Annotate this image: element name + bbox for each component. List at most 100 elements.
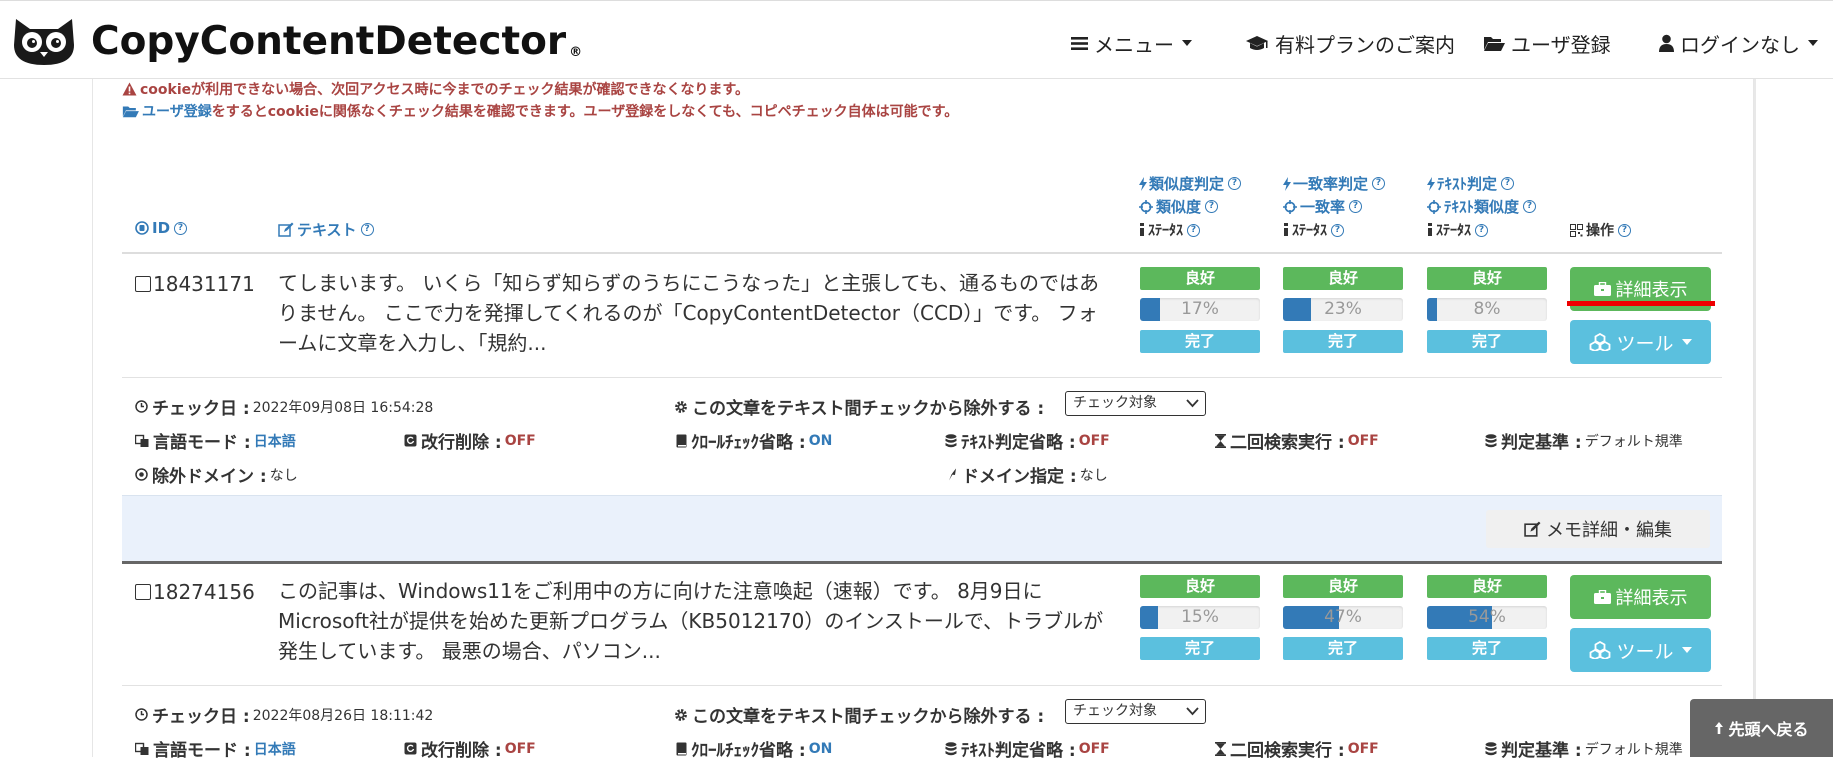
match-judge-badge: 良好 [1283, 575, 1403, 598]
help-icon[interactable]: ? [1331, 223, 1344, 237]
nav-menu[interactable]: メニュー [1071, 29, 1192, 57]
nav-paid-plan[interactable]: 有料プランのご案内 [1245, 29, 1455, 57]
folder-open-icon [122, 106, 139, 117]
domain-spec: ドメイン指定 : なし [947, 462, 1108, 487]
refresh-icon [404, 742, 417, 755]
text-similarity-bar: 8% [1427, 298, 1547, 321]
judge-basis-label: 判定基準 : [1501, 741, 1582, 761]
crosshairs-icon [1427, 199, 1441, 214]
th-match-rate-label: 一致率 [1300, 198, 1346, 216]
text-judge-skip-value: OFF [1078, 740, 1110, 757]
nav-menu-label: メニュー [1094, 32, 1174, 57]
cubes-icon [1590, 641, 1611, 659]
help-icon[interactable]: ? [1187, 223, 1200, 237]
similarity-bar: 17% [1140, 298, 1260, 321]
tool-button[interactable]: ツール [1570, 320, 1711, 364]
exclude-select[interactable]: チェック対象 [1065, 699, 1206, 724]
memo-band [122, 495, 1722, 561]
book-icon [676, 434, 687, 447]
text-judge-badge: 良好 [1427, 575, 1547, 598]
row-divider [122, 685, 1722, 686]
nav-login-label: ログインなし [1680, 32, 1800, 57]
th-similarity-judge-label: 類似度判定 [1149, 175, 1225, 193]
help-icon[interactable]: ? [1618, 223, 1631, 237]
th-similarity: 類似度 ? [1139, 196, 1219, 217]
help-icon[interactable]: ? [1501, 177, 1515, 190]
gear-icon [675, 708, 687, 721]
row-id-value: 18431171 [153, 272, 255, 296]
info-icon [1284, 223, 1288, 236]
second-search-label: 二回検索実行 : [1230, 741, 1345, 761]
info-icon [1140, 223, 1144, 236]
newline-delete: 改行削除 : OFF [404, 736, 536, 761]
similarity-judge-badge: 良好 [1140, 267, 1260, 290]
th-text-label: テキスト [297, 221, 357, 239]
th-text-judge: ﾃｷｽﾄ判定 ? [1427, 173, 1515, 194]
exclude-select[interactable]: チェック対象 [1065, 391, 1206, 416]
clock-icon [135, 400, 148, 413]
text-similarity-value: 54% [1468, 607, 1506, 627]
th-match-judge: 一致率判定 ? [1283, 173, 1386, 194]
help-icon[interactable]: ? [1205, 200, 1219, 213]
help-icon[interactable]: ? [1349, 200, 1363, 213]
row-checkbox[interactable] [135, 276, 151, 292]
exclude-setting: この文章をテキスト間チェックから除外する : [674, 702, 1044, 727]
help-icon[interactable]: ? [174, 221, 188, 235]
row-text[interactable]: てしまいます。 いくら「知らず知らずのうちにこうなった」と主張しても、通るもので… [278, 268, 1104, 358]
check-date: チェック日 : 2022年09月08日 16:54:28 [135, 394, 433, 419]
site-logo[interactable]: CopyContentDetector ® [10, 15, 582, 67]
tool-button[interactable]: ツール [1570, 628, 1711, 672]
tool-button-label: ツール [1616, 332, 1674, 355]
second-search-label: 二回検索実行 : [1230, 433, 1345, 453]
check-date-label: チェック日 : [152, 399, 250, 419]
nav-user-register-label: ユーザ登録 [1511, 32, 1611, 57]
crawl-skip-label: ｸﾛｰﾙﾁｪｯｸ省略 : [691, 433, 806, 453]
bolt-icon [1427, 176, 1435, 191]
database-icon [945, 433, 957, 447]
row-id-value: 18274156 [153, 580, 255, 604]
help-icon[interactable]: ? [1523, 200, 1537, 213]
help-icon[interactable]: ? [360, 223, 374, 236]
help-icon[interactable]: ? [1372, 177, 1386, 190]
similarity-value: 15% [1181, 607, 1219, 627]
nav-user-register[interactable]: ユーザ登録 [1483, 29, 1611, 57]
register-notice-text: をするとcookieに関係なくチェック結果を確認できます。ユーザ登録をしなくても… [211, 104, 959, 120]
crawl-skip-label: ｸﾛｰﾙﾁｪｯｸ省略 : [691, 741, 806, 761]
row-text[interactable]: この記事は、Windows11をご利用中の方に向けた注意喚起（速報）です。 8月… [278, 576, 1104, 666]
match-rate-bar: 47% [1283, 606, 1403, 629]
logo-registered-mark: ® [569, 44, 583, 60]
second-search-value: OFF [1347, 740, 1379, 757]
qrcode-icon [1570, 223, 1583, 237]
location-arrow-icon [949, 468, 956, 481]
detail-button[interactable]: 詳細表示 [1570, 575, 1711, 619]
text-judge-skip-label: ﾃｷｽﾄ判定省略 : [961, 741, 1076, 761]
back-to-top-button[interactable]: 先頭へ戻る [1690, 699, 1833, 757]
match-status-badge: 完了 [1283, 637, 1403, 660]
hourglass-icon [1215, 741, 1226, 756]
text-judge-skip-value: OFF [1078, 432, 1110, 449]
database-icon [1485, 433, 1497, 447]
nav-login[interactable]: ログインなし [1659, 29, 1818, 57]
caret-down-icon [1808, 40, 1818, 46]
graduation-cap-icon [1246, 35, 1268, 50]
nav-paid-plan-label: 有料プランのご案内 [1275, 32, 1455, 57]
th-actions: 操作 ? [1570, 220, 1631, 240]
logo-text: CopyContentDetector [91, 18, 567, 64]
help-icon[interactable]: ? [1228, 177, 1242, 190]
text-similarity-value: 8% [1473, 299, 1501, 319]
text-judge-skip: ﾃｷｽﾄ判定省略 : OFF [945, 736, 1110, 761]
caret-down-icon [1681, 339, 1692, 345]
match-rate-bar: 23% [1283, 298, 1403, 321]
judge-basis-label: 判定基準 : [1501, 433, 1582, 453]
table-header-divider [122, 252, 1722, 254]
memo-edit-button[interactable]: メモ詳細・編集 [1486, 510, 1710, 548]
crosshairs-icon [1283, 199, 1297, 214]
th-text-similarity: ﾃｷｽﾄ類似度 ? [1427, 196, 1537, 217]
row-checkbox[interactable] [135, 584, 151, 600]
memo-edit-label: メモ詳細・編集 [1546, 520, 1672, 541]
register-link[interactable]: ユーザ登録 [142, 101, 212, 121]
help-icon[interactable]: ? [1475, 223, 1488, 237]
crosshairs-icon [1139, 199, 1153, 214]
caret-down-icon [1681, 647, 1692, 653]
domain-spec-label: ドメイン指定 : [962, 467, 1077, 487]
